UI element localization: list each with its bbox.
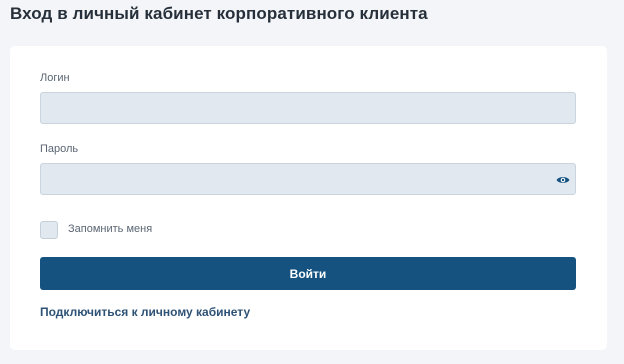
password-input[interactable] [40,163,576,195]
password-label: Пароль [40,143,79,155]
login-button[interactable]: Войти [40,257,576,290]
remember-me-checkbox[interactable] [40,221,58,239]
connect-cabinet-link[interactable]: Подключиться к личному кабинету [40,305,250,319]
page-title: Вход в личный кабинет корпоративного кли… [10,4,428,23]
eye-icon [556,177,570,183]
login-card: Логин Пароль Запомнить меня Войти Подклю… [10,46,607,350]
remember-me-label[interactable]: Запомнить меня [68,223,152,235]
show-password-button[interactable] [554,171,572,189]
login-input[interactable] [40,92,576,124]
login-label: Логин [40,72,70,84]
